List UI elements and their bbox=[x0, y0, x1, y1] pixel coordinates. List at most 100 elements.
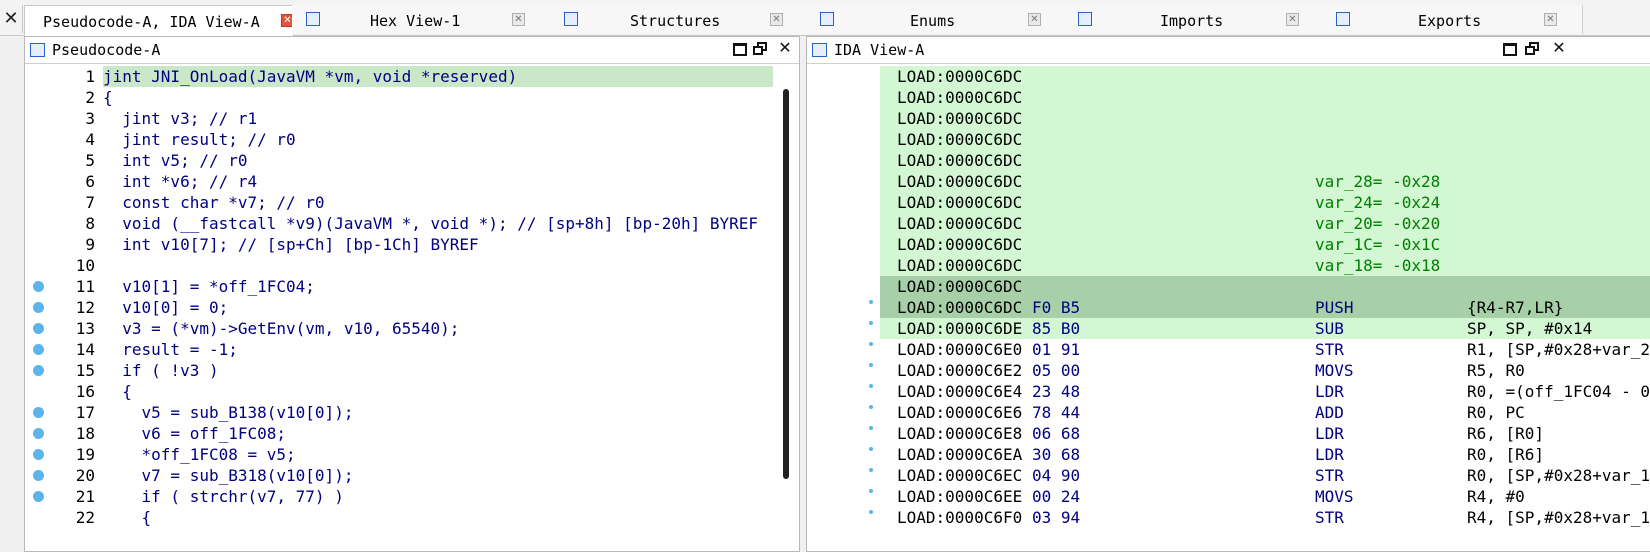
tab-close-icon[interactable]: ✕ bbox=[1028, 13, 1041, 26]
line-number: 18 bbox=[75, 424, 95, 443]
breakpoint-dot-icon[interactable] bbox=[33, 281, 44, 292]
breakpoint-dot-icon[interactable] bbox=[33, 302, 44, 313]
disassembly-line[interactable]: LOAD:0000C6EC 04 90 STR R0, [SP,#0x28+var_1… bbox=[807, 465, 1650, 486]
code-line[interactable]: 15 if ( !v3 ) bbox=[25, 360, 799, 381]
disassembly-line[interactable]: LOAD:0000C6DC bbox=[807, 150, 1650, 171]
disassembly-line[interactable]: LOAD:0000C6E2 05 00 MOVS R5, R0 bbox=[807, 360, 1650, 381]
tab-label: Enums bbox=[910, 12, 956, 30]
disassembly-line[interactable]: LOAD:0000C6DC bbox=[807, 276, 1650, 297]
tab-close-icon[interactable]: ✕ bbox=[1286, 13, 1299, 26]
disassembly-line[interactable]: LOAD:0000C6DC var_18= -0x18 bbox=[807, 255, 1650, 276]
line-number: 2 bbox=[85, 88, 95, 107]
tab-pseudocode-a-ida-view-a[interactable]: Pseudocode-A, IDA View-A ✕ bbox=[24, 5, 294, 36]
restore-button[interactable] bbox=[1525, 42, 1541, 58]
line-number: 4 bbox=[85, 130, 95, 149]
disassembly-line[interactable]: LOAD:0000C6E6 78 44 ADD R0, PC bbox=[807, 402, 1650, 423]
tab-close-icon[interactable]: ✕ bbox=[512, 13, 525, 26]
restore-button[interactable] bbox=[753, 42, 769, 58]
code-line[interactable]: 7 const char *v7; // r0 bbox=[25, 192, 799, 213]
line-number: 16 bbox=[75, 382, 95, 401]
code-line[interactable]: 21 if ( strchr(v7, 77) ) bbox=[25, 486, 799, 507]
ida-view-icon bbox=[812, 43, 827, 57]
tab-label: Structures bbox=[630, 12, 721, 30]
stack-variable: var_20= -0x20 bbox=[1315, 214, 1441, 233]
code-text: result = -1; bbox=[103, 340, 238, 359]
code-line[interactable]: 22 { bbox=[25, 507, 799, 528]
code-line[interactable]: 3 jint v3; // r1 bbox=[25, 108, 799, 129]
tab-imports[interactable]: Imports ✕ bbox=[1064, 5, 1323, 34]
code-line[interactable]: 14 result = -1; bbox=[25, 339, 799, 360]
opcode-bytes: 00 24 bbox=[1032, 487, 1081, 506]
operands: SP, SP, #0x14 bbox=[1467, 319, 1593, 338]
disassembly-line[interactable]: LOAD:0000C6DC bbox=[807, 66, 1650, 87]
breakpoint-dot-icon[interactable] bbox=[33, 470, 44, 481]
address: LOAD:0000C6DE bbox=[897, 319, 1023, 338]
disassembly-line[interactable]: LOAD:0000C6DC bbox=[807, 87, 1650, 108]
line-number: 22 bbox=[75, 508, 95, 527]
breakpoint-dot-icon[interactable] bbox=[33, 407, 44, 418]
disassembly-line[interactable]: LOAD:0000C6DC var_20= -0x20 bbox=[807, 213, 1650, 234]
close-icon[interactable]: ✕ bbox=[0, 5, 23, 33]
close-button[interactable]: ✕ bbox=[777, 40, 793, 56]
disassembly-line[interactable]: LOAD:0000C6F0 03 94 STR R4, [SP,#0x28+var_1… bbox=[807, 507, 1650, 528]
disassembly-line[interactable]: LOAD:0000C6E0 01 91 STR R1, [SP,#0x28+var_2… bbox=[807, 339, 1650, 360]
code-line[interactable]: 6 int *v6; // r4 bbox=[25, 171, 799, 192]
tab-enums[interactable]: Enums ✕ bbox=[806, 5, 1065, 34]
disassembly-line[interactable]: LOAD:0000C6DC F0 B5 PUSH {R4-R7,LR} bbox=[807, 297, 1650, 318]
disassembly-line[interactable]: LOAD:0000C6E8 06 68 LDR R6, [R0] bbox=[807, 423, 1650, 444]
disassembly-line[interactable]: LOAD:0000C6DC bbox=[807, 129, 1650, 150]
tab-exports[interactable]: Exports ✕ bbox=[1322, 5, 1583, 34]
maximize-button[interactable] bbox=[733, 43, 747, 56]
code-line[interactable]: 16 { bbox=[25, 381, 799, 402]
code-text: { bbox=[103, 88, 113, 107]
address: LOAD:0000C6DC bbox=[897, 214, 1023, 233]
code-line[interactable]: 20 v7 = sub_B318(v10[0]); bbox=[25, 465, 799, 486]
code-line[interactable]: 12 v10[0] = 0; bbox=[25, 297, 799, 318]
disassembly-view[interactable]: LOAD:0000C6DC LOAD:0000C6DC LOAD:0000C6DC L… bbox=[807, 64, 1650, 551]
tab-structures[interactable]: Structures ✕ bbox=[550, 5, 807, 34]
code-line[interactable]: 4 jint result; // r0 bbox=[25, 129, 799, 150]
disassembly-line[interactable]: LOAD:0000C6DC var_28= -0x28 bbox=[807, 171, 1650, 192]
disassembly-line[interactable]: LOAD:0000C6EA 30 68 LDR R0, [R6] bbox=[807, 444, 1650, 465]
disassembly-line[interactable]: LOAD:0000C6E4 23 48 LDR R0, =(off_1FC04 - 0… bbox=[807, 381, 1650, 402]
tab-hex-view-1[interactable]: Hex View-1 ✕ bbox=[292, 5, 551, 34]
code-line[interactable]: 2{ bbox=[25, 87, 799, 108]
code-line[interactable]: 10 bbox=[25, 255, 799, 276]
stack-variable: var_28= -0x28 bbox=[1315, 172, 1441, 191]
code-line[interactable]: 11 v10[1] = *off_1FC04; bbox=[25, 276, 799, 297]
close-button[interactable]: ✕ bbox=[1551, 40, 1567, 56]
tab-close-icon[interactable]: ✕ bbox=[1544, 13, 1557, 26]
code-line[interactable]: 1 jint JNI_OnLoad(JavaVM *vm, void *reser… bbox=[25, 66, 799, 87]
code-line[interactable]: 5 int v5; // r0 bbox=[25, 150, 799, 171]
pseudocode-editor[interactable]: 1 jint JNI_OnLoad(JavaVM *vm, void *reser… bbox=[25, 64, 799, 551]
exports-icon bbox=[1336, 12, 1350, 26]
code-line[interactable]: 13 v3 = (*vm)->GetEnv(vm, v10, 65540); bbox=[25, 318, 799, 339]
opcode-bytes: 23 48 bbox=[1032, 382, 1081, 401]
address: LOAD:0000C6EC bbox=[897, 466, 1023, 485]
trace-dot-icon bbox=[869, 363, 873, 367]
maximize-button[interactable] bbox=[1503, 43, 1517, 56]
pseudocode-panel: Pseudocode-A ✕ 1 jint JNI_OnLoad(JavaVM *… bbox=[24, 36, 800, 552]
disassembly-line[interactable]: LOAD:0000C6DC var_1C= -0x1C bbox=[807, 234, 1650, 255]
vertical-scrollbar[interactable] bbox=[783, 89, 789, 479]
trace-dot-icon bbox=[869, 384, 873, 388]
code-text: *off_1FC08 = v5; bbox=[103, 445, 296, 464]
breakpoint-dot-icon[interactable] bbox=[33, 323, 44, 334]
tab-close-icon[interactable]: ✕ bbox=[770, 13, 783, 26]
disassembly-line[interactable]: LOAD:0000C6DE 85 B0 SUB SP, SP, #0x14 bbox=[807, 318, 1650, 339]
code-line[interactable]: 18 v6 = off_1FC08; bbox=[25, 423, 799, 444]
breakpoint-dot-icon[interactable] bbox=[33, 449, 44, 460]
breakpoint-dot-icon[interactable] bbox=[33, 428, 44, 439]
code-line[interactable]: 9 int v10[7]; // [sp+Ch] [bp-1Ch] BYREF bbox=[25, 234, 799, 255]
code-text: void (__fastcall *v9)(JavaVM *, void *);… bbox=[103, 214, 759, 233]
breakpoint-dot-icon[interactable] bbox=[33, 365, 44, 376]
code-line[interactable]: 17 v5 = sub_B138(v10[0]); bbox=[25, 402, 799, 423]
code-line[interactable]: 19 *off_1FC08 = v5; bbox=[25, 444, 799, 465]
disassembly-line[interactable]: LOAD:0000C6DC bbox=[807, 108, 1650, 129]
ida-view-panel-title-bar: IDA View-A ✕ bbox=[807, 37, 1650, 64]
breakpoint-dot-icon[interactable] bbox=[33, 344, 44, 355]
disassembly-line[interactable]: LOAD:0000C6DC var_24= -0x24 bbox=[807, 192, 1650, 213]
breakpoint-dot-icon[interactable] bbox=[33, 491, 44, 502]
code-line[interactable]: 8 void (__fastcall *v9)(JavaVM *, void *… bbox=[25, 213, 799, 234]
disassembly-line[interactable]: LOAD:0000C6EE 00 24 MOVS R4, #0 bbox=[807, 486, 1650, 507]
